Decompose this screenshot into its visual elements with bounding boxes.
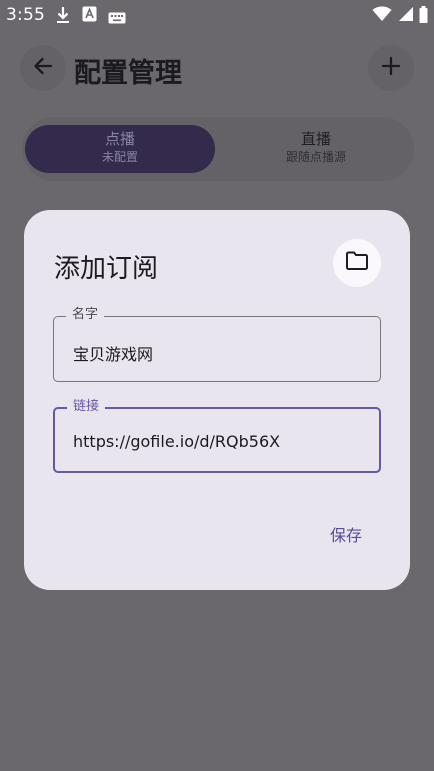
segment-live[interactable]: 直播 跟随点播源 (221, 125, 411, 173)
add-button[interactable] (368, 45, 414, 91)
plus-icon (381, 56, 401, 80)
link-field[interactable]: 链接 https://gofile.io/d/RQb56X (53, 399, 381, 473)
add-subscription-dialog: 添加订阅 名字 宝贝游戏网 链接 https://gofile.io/d/RQb… (24, 210, 410, 590)
status-time: 3:55 (6, 5, 45, 25)
name-field[interactable]: 名字 宝贝游戏网 (53, 307, 381, 382)
segment-live-label: 直播 (300, 130, 331, 148)
back-button[interactable] (20, 45, 66, 91)
name-field-value[interactable]: 宝贝游戏网 (73, 341, 153, 365)
arrow-back-icon (32, 55, 54, 81)
segment-vod-label: 点播 (104, 130, 135, 148)
keyboard-icon (108, 9, 126, 29)
font-notification-icon (82, 6, 97, 27)
page-title: 配置管理 (74, 58, 182, 89)
battery-icon (419, 6, 428, 26)
app-bar: 配置管理 (0, 40, 434, 96)
status-bar: 3:55 (0, 0, 434, 30)
choose-folder-button[interactable] (333, 239, 381, 287)
folder-icon (345, 251, 369, 275)
signal-icon (398, 6, 419, 26)
segment-vod-sublabel: 未配置 (101, 150, 138, 164)
save-button[interactable]: 保存 (320, 522, 372, 545)
dialog-title: 添加订阅 (54, 254, 159, 284)
download-icon (55, 6, 71, 29)
segment-vod[interactable]: 点播 未配置 (25, 125, 215, 173)
link-field-value[interactable]: https://gofile.io/d/RQb56X (73, 432, 280, 451)
source-type-segmented-control: 点播 未配置 直播 跟随点播源 (22, 117, 414, 181)
name-field-label: 名字 (66, 307, 105, 323)
wifi-icon (372, 6, 397, 26)
segment-live-sublabel: 跟随点播源 (285, 150, 346, 164)
link-field-label: 链接 (67, 399, 106, 415)
status-right-icons (372, 6, 428, 26)
